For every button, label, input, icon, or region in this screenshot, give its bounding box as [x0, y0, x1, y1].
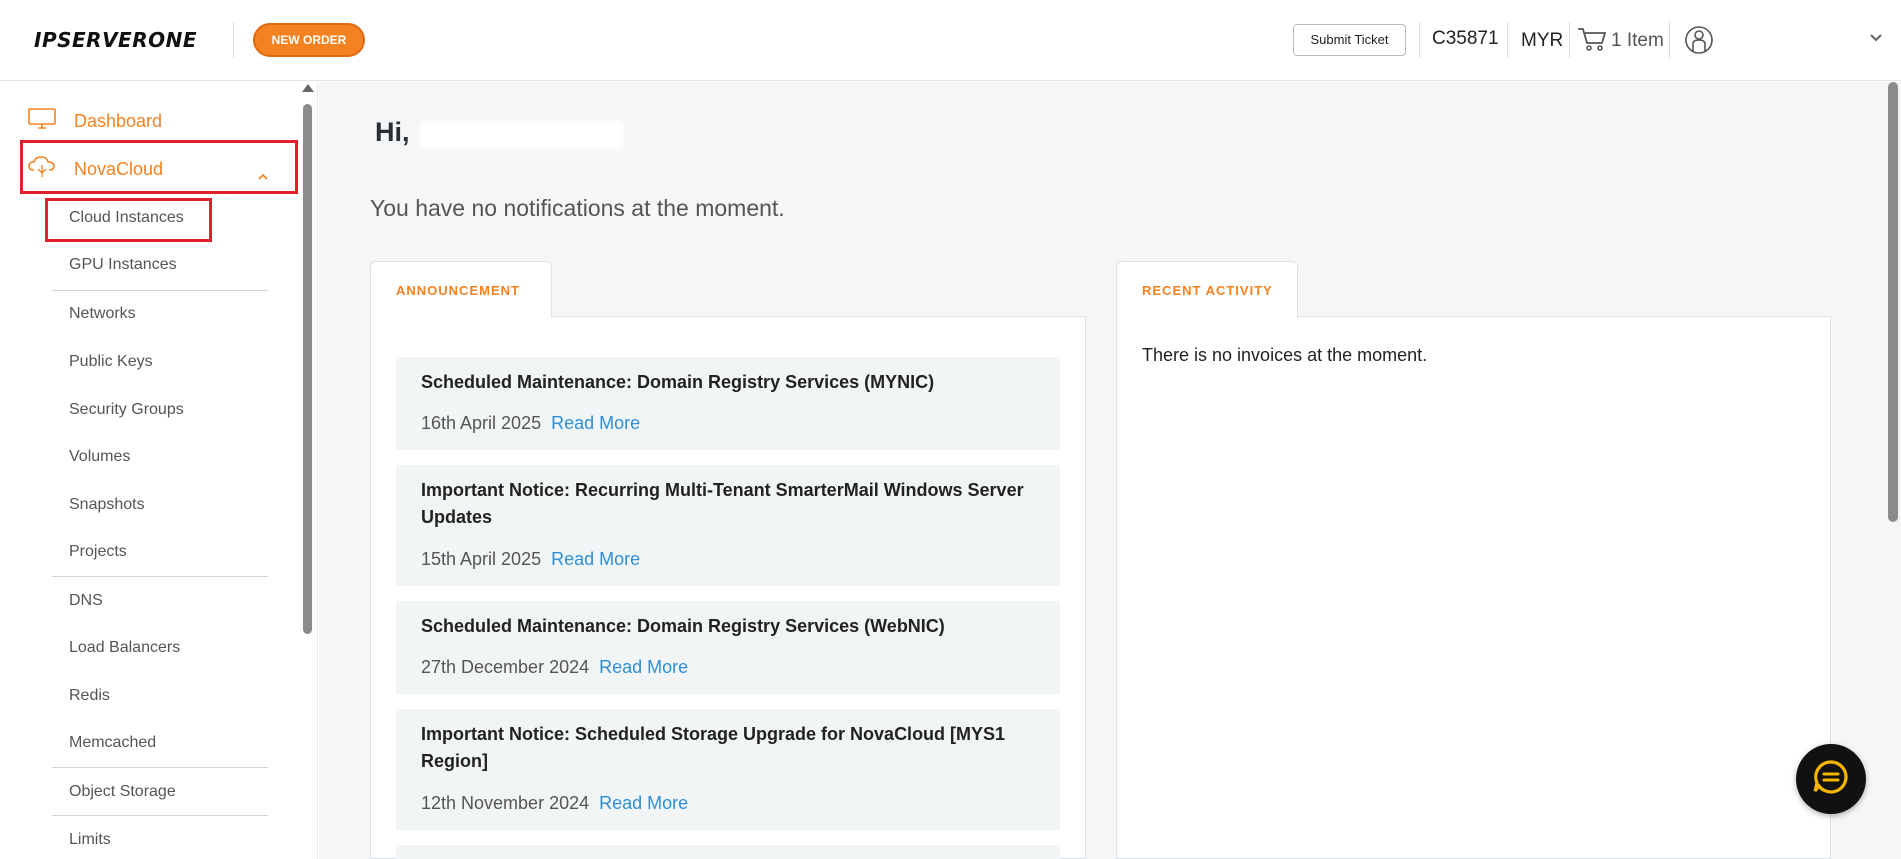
cart-icon — [1577, 26, 1607, 57]
currency-selector[interactable]: MYR — [1521, 30, 1563, 52]
redacted-username — [420, 120, 624, 150]
read-more-link[interactable]: Read More — [551, 549, 640, 569]
tab-announcement[interactable]: ANNOUNCEMENT — [370, 261, 552, 318]
announcement-title: Important Notice: Scheduled Storage Upgr… — [421, 724, 1006, 771]
sidebar-item-object-storage[interactable]: Object Storage — [69, 783, 176, 801]
submit-ticket-button[interactable]: Submit Ticket — [1293, 24, 1406, 56]
sidebar-item-gpu-instances[interactable]: GPU Instances — [69, 256, 177, 274]
new-order-button[interactable]: NEW ORDER — [253, 23, 365, 57]
top-header: IPSERVERONE NEW ORDER Submit Ticket C358… — [0, 0, 1901, 81]
sidebar-item-dns[interactable]: DNS — [69, 592, 103, 610]
announcement-card: Scheduled Maintenance: Domain Registry S… — [396, 357, 1060, 450]
chat-button[interactable] — [1796, 744, 1866, 814]
announcement-title: Important Notice: Recurring Multi-Tenant… — [421, 480, 1024, 527]
announcement-date: 15th April 2025 — [421, 549, 542, 569]
sidebar-item-memcached[interactable]: Memcached — [69, 734, 156, 752]
sidebar-item-security-groups[interactable]: Security Groups — [69, 401, 184, 419]
no-invoices-message: There is no invoices at the moment. — [1142, 345, 1428, 365]
sidebar-item-volumes[interactable]: Volumes — [69, 448, 130, 466]
sidebar-scrollbar[interactable] — [303, 104, 312, 634]
announcement-meta: 15th April 2025 Read More — [421, 549, 640, 570]
recent-activity-panel — [1116, 316, 1831, 859]
announcement-card: Scheduled Maintenance: Domain Registry S… — [396, 601, 1060, 694]
sidebar-item-projects[interactable]: Projects — [69, 543, 127, 561]
announcement-meta: 12th November 2024 Read More — [421, 793, 688, 814]
read-more-link[interactable]: Read More — [599, 657, 688, 677]
header-divider — [1419, 22, 1420, 58]
sidebar-divider — [52, 576, 268, 577]
sidebar-item-redis[interactable]: Redis — [69, 687, 110, 705]
announcement-meta: 27th December 2024 Read More — [421, 657, 688, 678]
greeting: Hi, — [375, 117, 410, 147]
announcement-title: Scheduled Maintenance: Domain Registry S… — [421, 616, 945, 636]
sidebar-item-load-balancers[interactable]: Load Balancers — [69, 639, 180, 657]
announcement-date: 27th December 2024 — [421, 657, 590, 677]
sidebar-item-label: Dashboard — [74, 111, 163, 131]
logo-divider — [233, 22, 234, 58]
chat-icon — [1811, 757, 1851, 802]
announcement-meta: 16th April 2025 Read More — [421, 413, 640, 434]
sidebar-item-networks[interactable]: Networks — [69, 305, 136, 323]
sidebar-item-limits[interactable]: Limits — [69, 831, 111, 849]
announcement-card: Important Notice: Scheduled Storage Upgr… — [396, 709, 1060, 830]
brand-logo[interactable]: IPSERVERONE — [34, 28, 197, 52]
header-divider — [1507, 22, 1508, 58]
sidebar-divider — [52, 815, 268, 816]
chevron-up-icon[interactable] — [257, 170, 269, 182]
read-more-link[interactable]: Read More — [599, 793, 688, 813]
announcement-date: 16th April 2025 — [421, 413, 542, 433]
sidebar-item-snapshots[interactable]: Snapshots — [69, 496, 145, 514]
announcement-card — [396, 845, 1060, 859]
cart-button[interactable]: 1 Item — [1577, 26, 1664, 57]
monitor-icon — [28, 108, 56, 135]
sidebar-item-label: NovaCloud — [74, 159, 164, 179]
sidebar-divider — [52, 290, 268, 291]
sidebar-item-cloud-instances[interactable]: Cloud Instances — [69, 209, 184, 227]
header-divider — [1669, 22, 1670, 58]
chevron-down-icon[interactable] — [1868, 30, 1884, 46]
sidebar-scroll-up[interactable] — [302, 84, 314, 92]
client-id[interactable]: C35871 — [1432, 28, 1499, 50]
announcement-date: 12th November 2024 — [421, 793, 590, 813]
read-more-link[interactable]: Read More — [551, 413, 640, 433]
sidebar-item-public-keys[interactable]: Public Keys — [69, 353, 153, 371]
sidebar-divider — [52, 767, 268, 768]
notifications-message: You have no notifications at the moment. — [370, 195, 785, 221]
announcement-title: Scheduled Maintenance: Domain Registry S… — [421, 372, 935, 392]
cloud-icon — [28, 155, 56, 184]
tab-recent-activity[interactable]: RECENT ACTIVITY — [1116, 261, 1298, 318]
header-divider — [1569, 22, 1570, 58]
page-scrollbar[interactable] — [1888, 82, 1898, 522]
user-icon[interactable] — [1684, 25, 1714, 55]
sidebar-item-novacloud[interactable]: NovaCloud — [28, 155, 163, 184]
cart-label: 1 Item — [1611, 30, 1664, 51]
announcement-card: Important Notice: Recurring Multi-Tenant… — [396, 465, 1060, 586]
sidebar-item-dashboard[interactable]: Dashboard — [28, 108, 162, 135]
